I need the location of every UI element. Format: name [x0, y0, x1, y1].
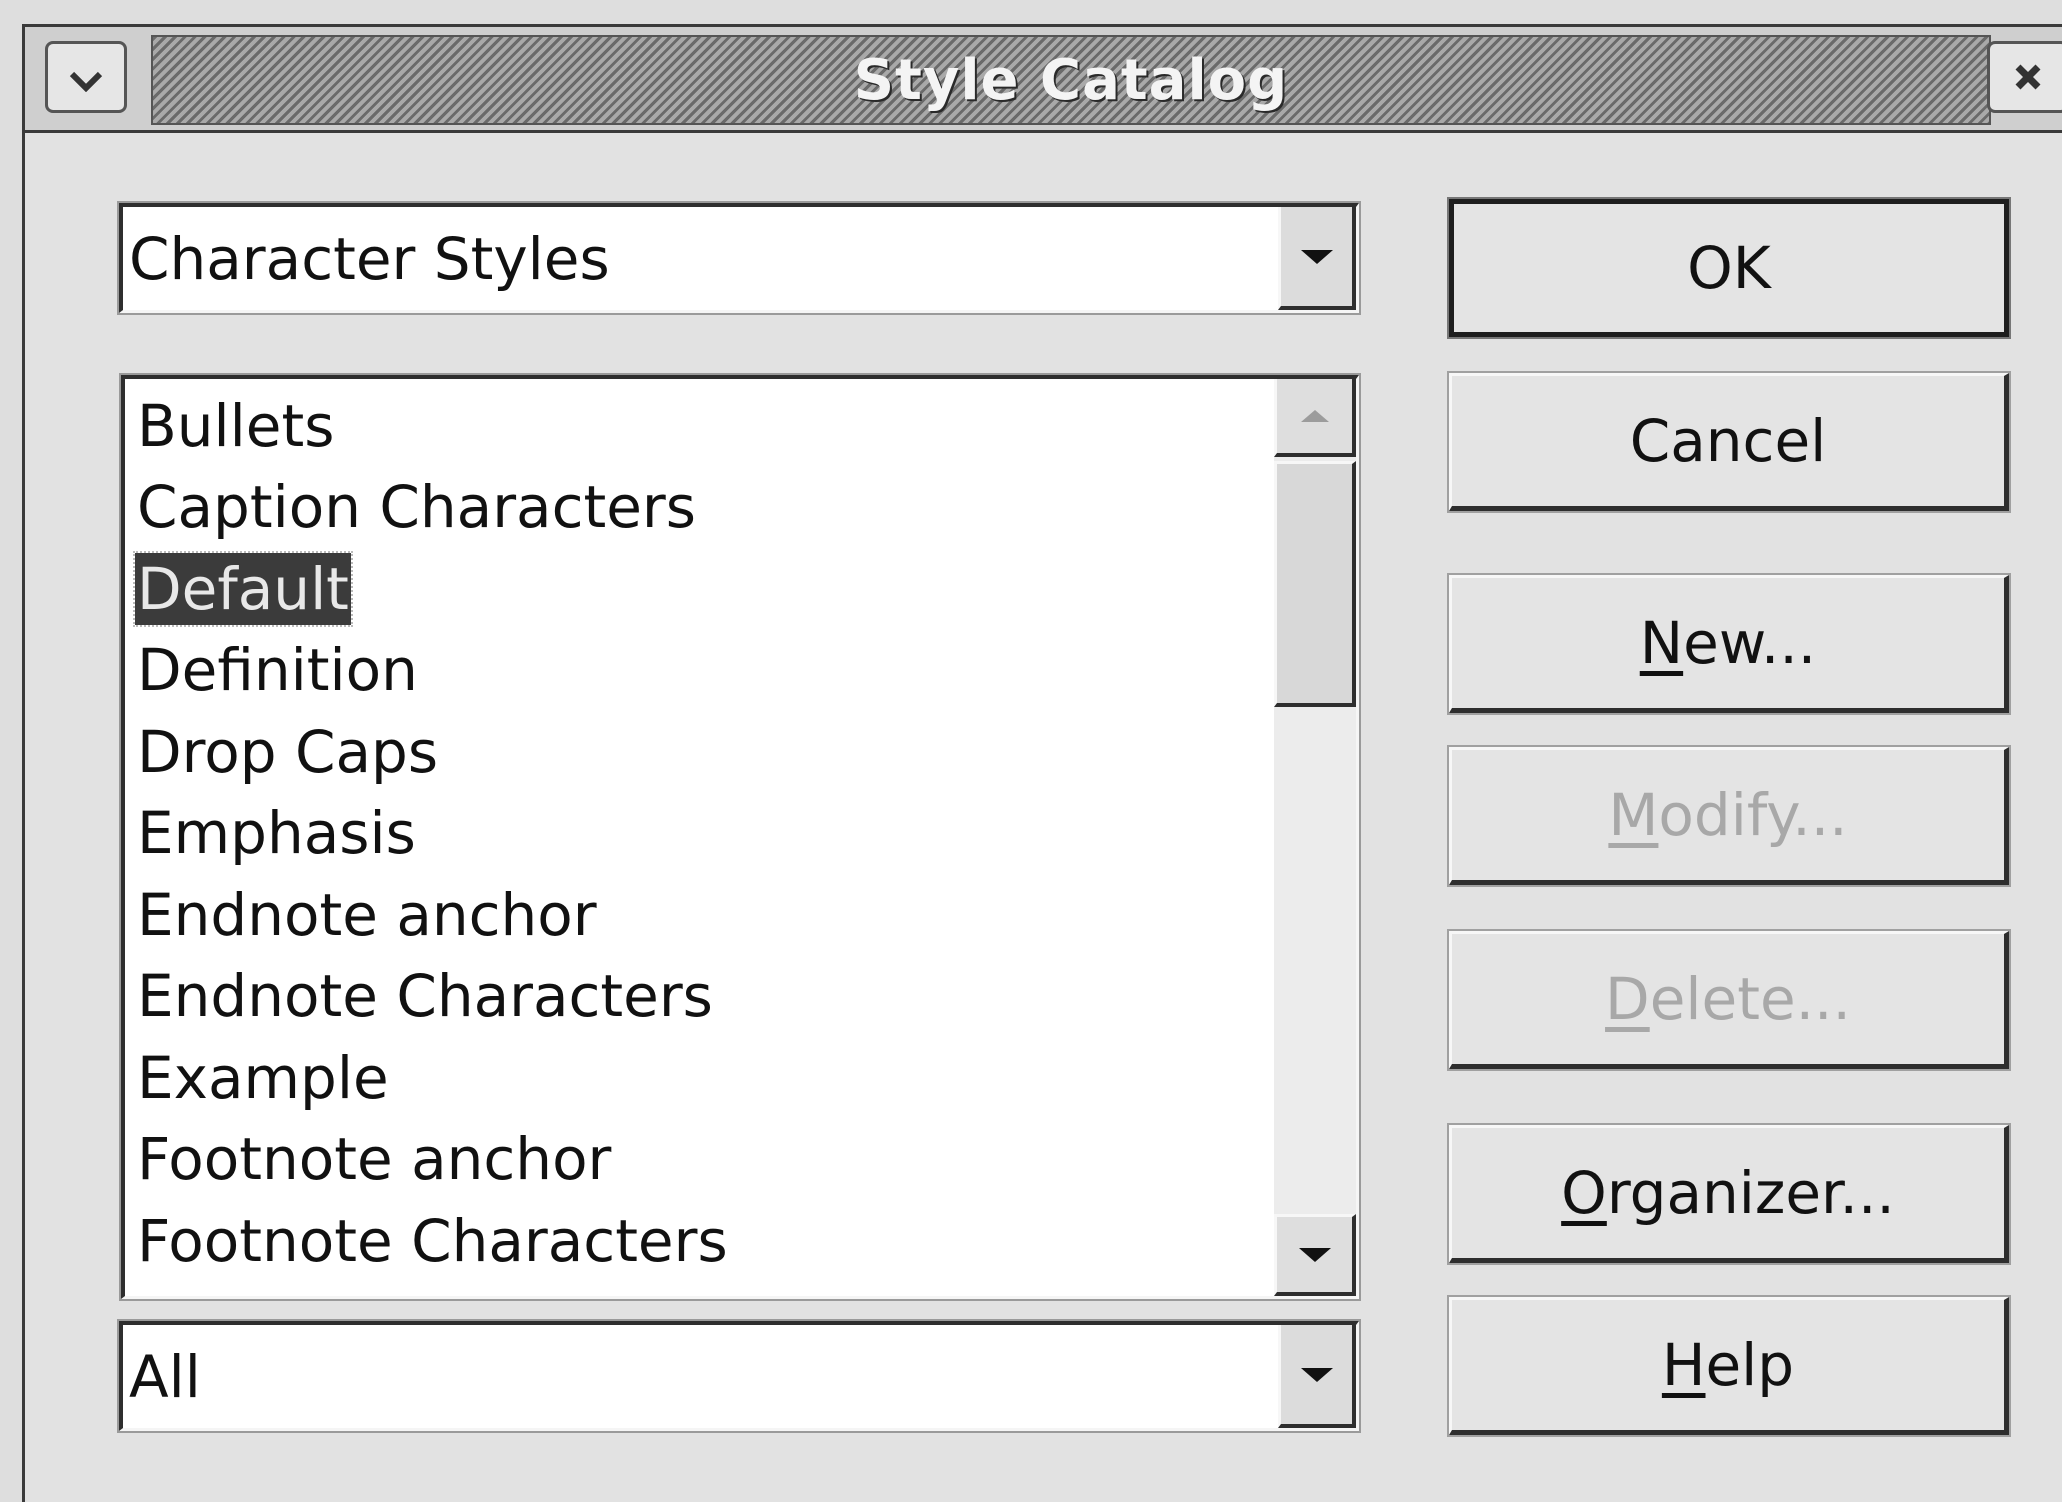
title-bar-stripes: Style Catalog [151, 35, 1991, 125]
scroll-down-button[interactable] [1274, 1214, 1356, 1296]
help-mnemonic: H [1661, 1331, 1706, 1399]
list-item-label: Footnote anchor [137, 1125, 612, 1194]
screen: Style Catalog Character Styles Bullets C… [0, 0, 2062, 1502]
list-item[interactable]: Example [135, 1037, 1275, 1119]
list-item[interactable]: Endnote anchor [135, 874, 1275, 956]
organizer-button-label: Organizer... [1561, 1159, 1895, 1227]
list-item-selected[interactable]: Default [133, 548, 1275, 630]
organizer-button[interactable]: Organizer... [1447, 1123, 2011, 1265]
cancel-button-label: Cancel [1629, 407, 1827, 475]
close-icon [2013, 53, 2043, 102]
help-button[interactable]: Help [1447, 1295, 2011, 1437]
modify-button[interactable]: Modify... [1447, 745, 2011, 887]
delete-label-rest: elete... [1649, 965, 1851, 1033]
modify-label-rest: odify... [1658, 781, 1848, 849]
list-item[interactable]: Bullets [135, 385, 1275, 467]
list-item[interactable]: Drop Caps [135, 711, 1275, 793]
list-item-label: Emphasis [137, 799, 416, 868]
list-item-label: Default [133, 550, 353, 627]
styles-list: Bullets Caption Characters Default Defin… [133, 385, 1275, 1282]
list-item-label: Bullets [137, 391, 335, 460]
chevron-down-icon [69, 53, 103, 102]
triangle-down-icon [1300, 1367, 1333, 1382]
filter-value: All [129, 1342, 201, 1411]
scrollbar-thumb[interactable] [1274, 461, 1356, 707]
help-button-label: Help [1662, 1331, 1794, 1399]
title-bar[interactable]: Style Catalog [25, 27, 2062, 133]
organizer-label-rest: rganizer... [1606, 1159, 1895, 1227]
list-item-label: Drop Caps [137, 717, 439, 786]
new-mnemonic: N [1639, 609, 1684, 677]
close-button[interactable] [1987, 41, 2062, 113]
list-item-label: Caption Characters [137, 473, 696, 542]
filter-dropdown-button[interactable] [1278, 1325, 1356, 1428]
list-item-label: Endnote Characters [137, 962, 713, 1031]
delete-button[interactable]: Delete... [1447, 929, 2011, 1071]
new-button-label: New... [1640, 609, 1817, 677]
style-category-dropdown[interactable]: Character Styles [117, 201, 1361, 315]
list-item[interactable]: Endnote Characters [135, 956, 1275, 1038]
cancel-button[interactable]: Cancel [1447, 371, 2011, 513]
list-item-label: Endnote anchor [137, 880, 597, 949]
list-item-label: Example [137, 1043, 389, 1112]
filter-dropdown[interactable]: All [117, 1319, 1361, 1433]
vertical-scrollbar[interactable] [1274, 379, 1356, 1296]
modify-button-label: Modify... [1608, 781, 1847, 849]
help-label-rest: elp [1705, 1331, 1795, 1399]
styles-listbox[interactable]: Bullets Caption Characters Default Defin… [119, 373, 1361, 1301]
organizer-mnemonic: O [1561, 1159, 1607, 1227]
triangle-down-icon [1300, 249, 1333, 264]
list-item[interactable]: Footnote anchor [135, 1119, 1275, 1201]
list-item-label: Footnote Characters [137, 1206, 728, 1275]
style-category-value: Character Styles [129, 224, 610, 293]
new-button[interactable]: New... [1447, 573, 2011, 715]
scroll-up-button[interactable] [1274, 379, 1356, 457]
new-label-rest: ew... [1683, 609, 1817, 677]
ok-button[interactable]: OK [1447, 197, 2011, 339]
list-item[interactable]: Footnote Characters [135, 1200, 1275, 1282]
triangle-up-icon [1300, 410, 1329, 422]
style-category-dropdown-button[interactable] [1278, 207, 1356, 310]
window-title: Style Catalog [853, 47, 1289, 113]
delete-mnemonic: D [1605, 965, 1650, 1033]
style-catalog-dialog: Style Catalog Character Styles Bullets C… [22, 24, 2062, 1502]
list-item[interactable]: Emphasis [135, 793, 1275, 875]
list-item[interactable]: Definition [135, 630, 1275, 712]
window-menu-button[interactable] [45, 41, 127, 113]
delete-button-label: Delete... [1605, 965, 1851, 1033]
list-item[interactable]: Caption Characters [135, 467, 1275, 549]
ok-button-label: OK [1687, 234, 1771, 302]
list-item-label: Definition [137, 636, 418, 705]
modify-mnemonic: M [1608, 781, 1659, 849]
triangle-down-icon [1298, 1247, 1331, 1262]
